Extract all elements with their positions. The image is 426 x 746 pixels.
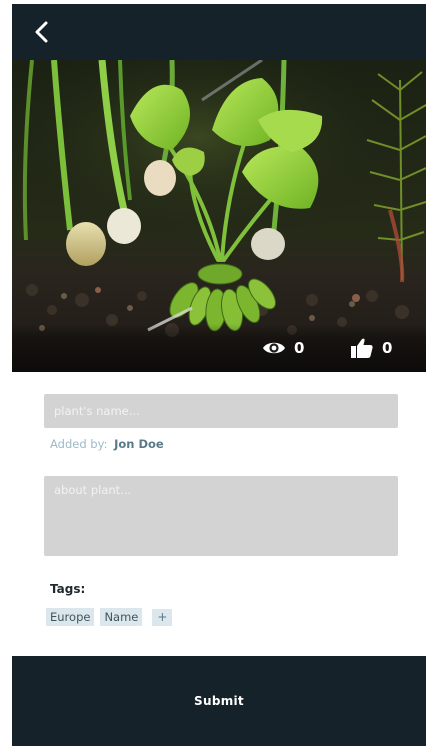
views-count: 0 xyxy=(294,339,305,357)
tag-list: Europe Name + xyxy=(46,608,173,626)
added-by-label: Added by: xyxy=(50,437,108,451)
submit-label: Submit xyxy=(194,694,244,708)
back-button[interactable] xyxy=(26,16,58,48)
add-tag-button[interactable]: + xyxy=(152,608,173,626)
thumbs-up-icon xyxy=(350,336,374,360)
submit-button[interactable]: Submit xyxy=(12,656,426,746)
views-counter: 0 xyxy=(262,336,304,360)
eye-icon xyxy=(262,336,286,360)
tag-chip[interactable]: Europe xyxy=(46,608,95,626)
author-name: Jon Doe xyxy=(114,437,164,451)
top-bar xyxy=(12,4,426,60)
plant-name-input[interactable] xyxy=(44,394,398,428)
tag-chip[interactable]: Name xyxy=(100,608,143,626)
like-button[interactable]: 0 xyxy=(350,336,392,360)
likes-count: 0 xyxy=(382,339,393,357)
tags-heading: Tags: xyxy=(50,582,86,596)
app-screen: 0 0 Added by: Jon Doe Tags: Europe Name … xyxy=(12,4,426,746)
chevron-left-icon xyxy=(35,21,48,43)
about-plant-textarea[interactable] xyxy=(44,476,398,556)
added-by-line: Added by: Jon Doe xyxy=(50,437,164,451)
plant-photo: 0 0 xyxy=(12,60,426,372)
